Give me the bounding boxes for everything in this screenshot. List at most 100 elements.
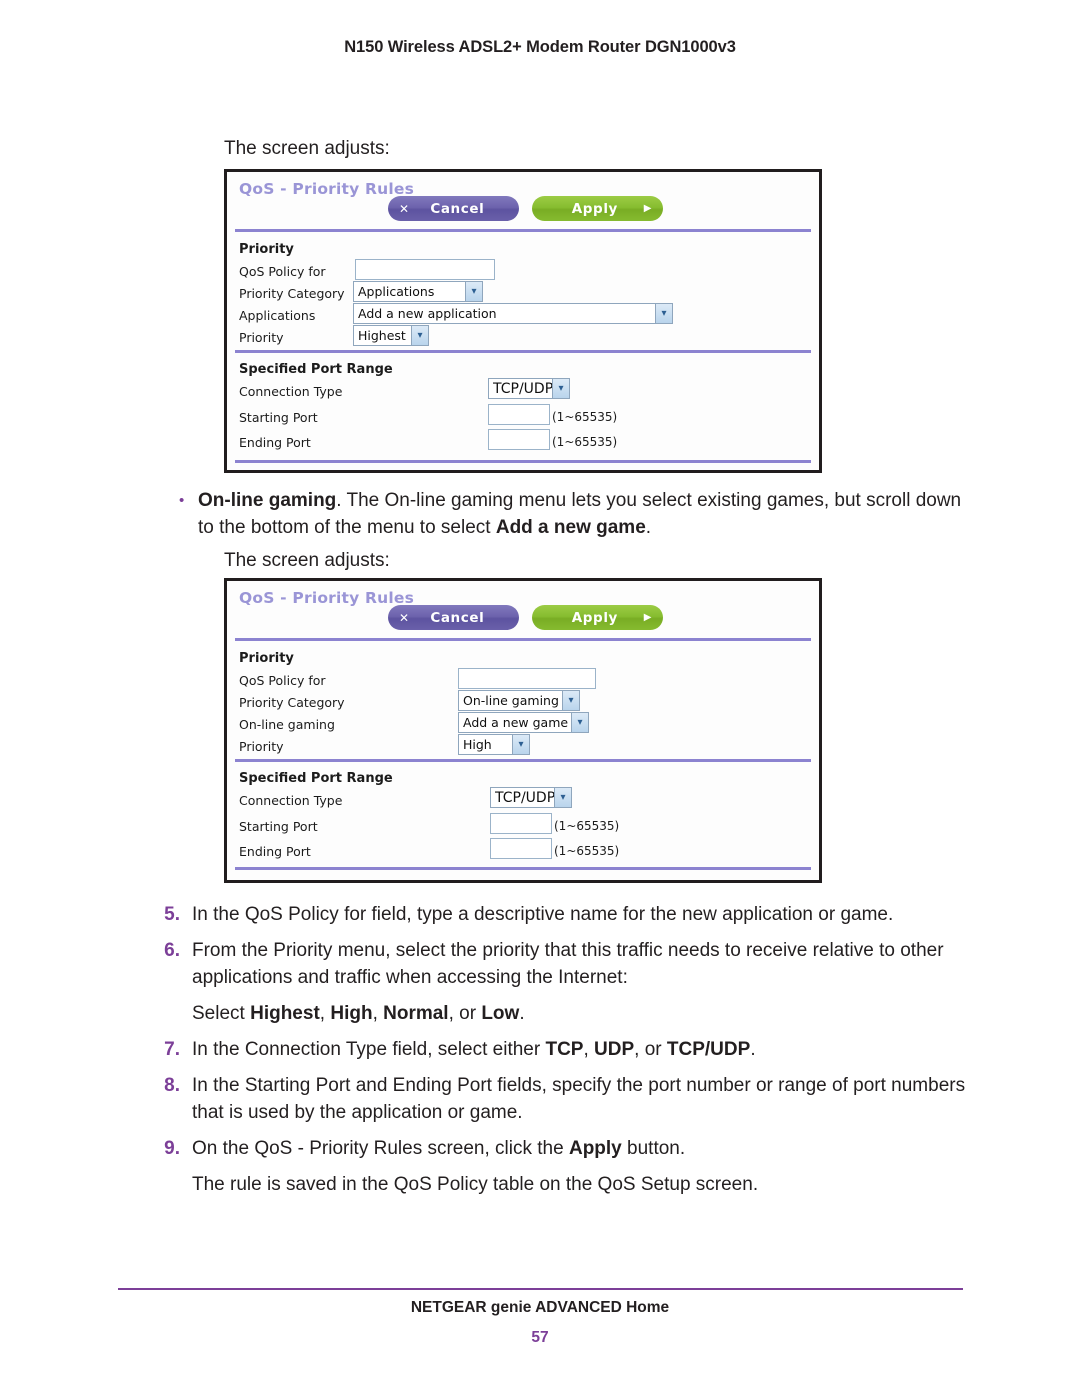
qos-policy-for-input[interactable] <box>458 668 596 689</box>
step-7-lead: In the Connection Type field, select eit… <box>192 1039 546 1060</box>
label-starting-port: Starting Port <box>239 819 318 834</box>
ending-port-input[interactable] <box>488 429 550 450</box>
connection-type-value: TCP/UDP <box>493 380 552 397</box>
connection-type-select[interactable]: TCP/UDP ▾ <box>488 378 570 399</box>
divider-middle <box>235 350 811 353</box>
step-8-text: In the Starting Port and Ending Port fie… <box>192 1075 966 1123</box>
bullet-tail-2: . <box>645 517 652 538</box>
page-number: 57 <box>531 1329 549 1346</box>
step-6: 6. From the Priority menu, select the pr… <box>150 937 980 991</box>
step-6-text: From the Priority menu, select the prior… <box>192 940 944 988</box>
priority-option-low: Low <box>481 1003 520 1024</box>
lead-text-1: The screen adjusts: <box>224 138 390 159</box>
step-5: 5. In the QoS Policy for field, type a d… <box>150 901 980 928</box>
priority-select[interactable]: High ▾ <box>458 734 530 755</box>
priority-category-select[interactable]: Applications ▾ <box>353 281 483 302</box>
cancel-button-label: Cancel <box>430 609 485 626</box>
bullet-emphasis: Add a new game <box>495 517 646 538</box>
label-priority-category: Priority Category <box>239 286 345 301</box>
connection-type-select[interactable]: TCP/UDP ▾ <box>490 787 572 808</box>
step-6-sub-tail: . <box>519 1003 525 1024</box>
step-8-number: 8. <box>164 1075 180 1096</box>
chevron-down-icon: ▾ <box>571 713 588 732</box>
chevron-down-icon: ▾ <box>552 379 569 398</box>
section-heading-port-range: Specified Port Range <box>239 362 393 377</box>
priority-value: High <box>463 737 492 752</box>
chevron-down-icon: ▾ <box>465 282 482 301</box>
label-connection-type: Connection Type <box>239 384 343 399</box>
starting-port-hint: (1~65535) <box>552 410 618 424</box>
divider-bottom <box>235 460 811 463</box>
label-qos-policy-for: QoS Policy for <box>239 673 326 688</box>
apply-button[interactable]: Apply ▶ <box>532 605 663 630</box>
label-qos-policy-for: QoS Policy for <box>239 264 326 279</box>
step-7-number: 7. <box>164 1039 180 1060</box>
arrow-right-icon: ▶ <box>643 612 652 623</box>
panel-button-bar: ✕ Cancel Apply ▶ <box>227 196 819 226</box>
qos-policy-for-input[interactable] <box>355 259 495 280</box>
sep: , or <box>634 1039 667 1060</box>
step-6-substatement: Select Highest, High, Normal, or Low. <box>192 1000 980 1027</box>
online-gaming-select[interactable]: Add a new game ▾ <box>458 712 589 733</box>
priority-option-high: High <box>330 1003 373 1024</box>
screenshot-qos-priority-rules-applications: QoS - Priority Rules ✕ Cancel Apply ▶ Pr… <box>224 169 822 473</box>
bullet-marker-icon: • <box>179 492 185 509</box>
chevron-down-icon: ▾ <box>411 326 428 345</box>
label-connection-type: Connection Type <box>239 793 343 808</box>
bullet-body: On-line gaming. The On-line gaming menu … <box>198 487 966 541</box>
step-8: 8. In the Starting Port and Ending Port … <box>150 1072 980 1126</box>
lead-text-2: The screen adjusts: <box>224 550 390 571</box>
step-7-tail: . <box>750 1039 756 1060</box>
step-6-sub-lead: Select <box>192 1003 251 1024</box>
step-7-text: In the Connection Type field, select eit… <box>192 1036 980 1063</box>
bullet-term: On-line gaming <box>198 490 337 511</box>
step-9-lead: On the QoS - Priority Rules screen, clic… <box>192 1138 569 1159</box>
connection-option-tcp: TCP <box>545 1039 584 1060</box>
sep: , <box>319 1003 331 1024</box>
cancel-button-label: Cancel <box>430 200 485 217</box>
label-ending-port: Ending Port <box>239 435 311 450</box>
starting-port-input[interactable] <box>488 404 550 425</box>
panel-button-bar: ✕ Cancel Apply ▶ <box>227 605 819 635</box>
label-priority: Priority <box>239 739 284 754</box>
applications-select[interactable]: Add a new application ▾ <box>353 303 673 324</box>
section-heading-port-range: Specified Port Range <box>239 771 393 786</box>
divider-middle <box>235 759 811 762</box>
sep: , or <box>448 1003 482 1024</box>
ending-port-input[interactable] <box>490 838 552 859</box>
chevron-down-icon: ▾ <box>512 735 529 754</box>
sep: , <box>372 1003 384 1024</box>
step-5-text: In the QoS Policy for field, type a desc… <box>192 904 894 925</box>
screenshot-qos-priority-rules-online-gaming: QoS - Priority Rules ✕ Cancel Apply ▶ Pr… <box>224 578 822 883</box>
step-9-substatement: The rule is saved in the QoS Policy tabl… <box>192 1174 759 1195</box>
arrow-right-icon: ▶ <box>643 203 652 214</box>
step-9-text: On the QoS - Priority Rules screen, clic… <box>192 1135 980 1162</box>
online-gaming-value: Add a new game <box>463 715 569 730</box>
sep: , <box>583 1039 595 1060</box>
footer-label: NETGEAR genie ADVANCED Home <box>410 1299 670 1316</box>
connection-type-value: TCP/UDP <box>495 789 554 806</box>
priority-option-normal: Normal <box>383 1003 449 1024</box>
priority-category-select[interactable]: On-line gaming ▾ <box>458 690 580 711</box>
step-5-number: 5. <box>164 904 180 925</box>
label-priority: Priority <box>239 330 284 345</box>
connection-option-udp: UDP <box>594 1039 635 1060</box>
step-9: 9. On the QoS - Priority Rules screen, c… <box>150 1135 980 1162</box>
label-applications: Applications <box>239 308 316 323</box>
chevron-down-icon: ▾ <box>655 304 672 323</box>
cancel-button[interactable]: ✕ Cancel <box>388 196 519 221</box>
applications-value: Add a new application <box>358 306 497 321</box>
close-x-icon: ✕ <box>399 610 410 625</box>
step-9-number: 9. <box>164 1138 180 1159</box>
label-priority-category: Priority Category <box>239 695 345 710</box>
cancel-button[interactable]: ✕ Cancel <box>388 605 519 630</box>
starting-port-input[interactable] <box>490 813 552 834</box>
page-running-header: N150 Wireless ADSL2+ Modem Router DGN100… <box>344 38 736 56</box>
connection-option-tcpudp: TCP/UDP <box>666 1039 751 1060</box>
apply-button[interactable]: Apply ▶ <box>532 196 663 221</box>
ending-port-hint: (1~65535) <box>554 844 620 858</box>
section-heading-priority: Priority <box>239 242 294 257</box>
chevron-down-icon: ▾ <box>562 691 579 710</box>
section-heading-priority: Priority <box>239 651 294 666</box>
priority-select[interactable]: Highest ▾ <box>353 325 429 346</box>
